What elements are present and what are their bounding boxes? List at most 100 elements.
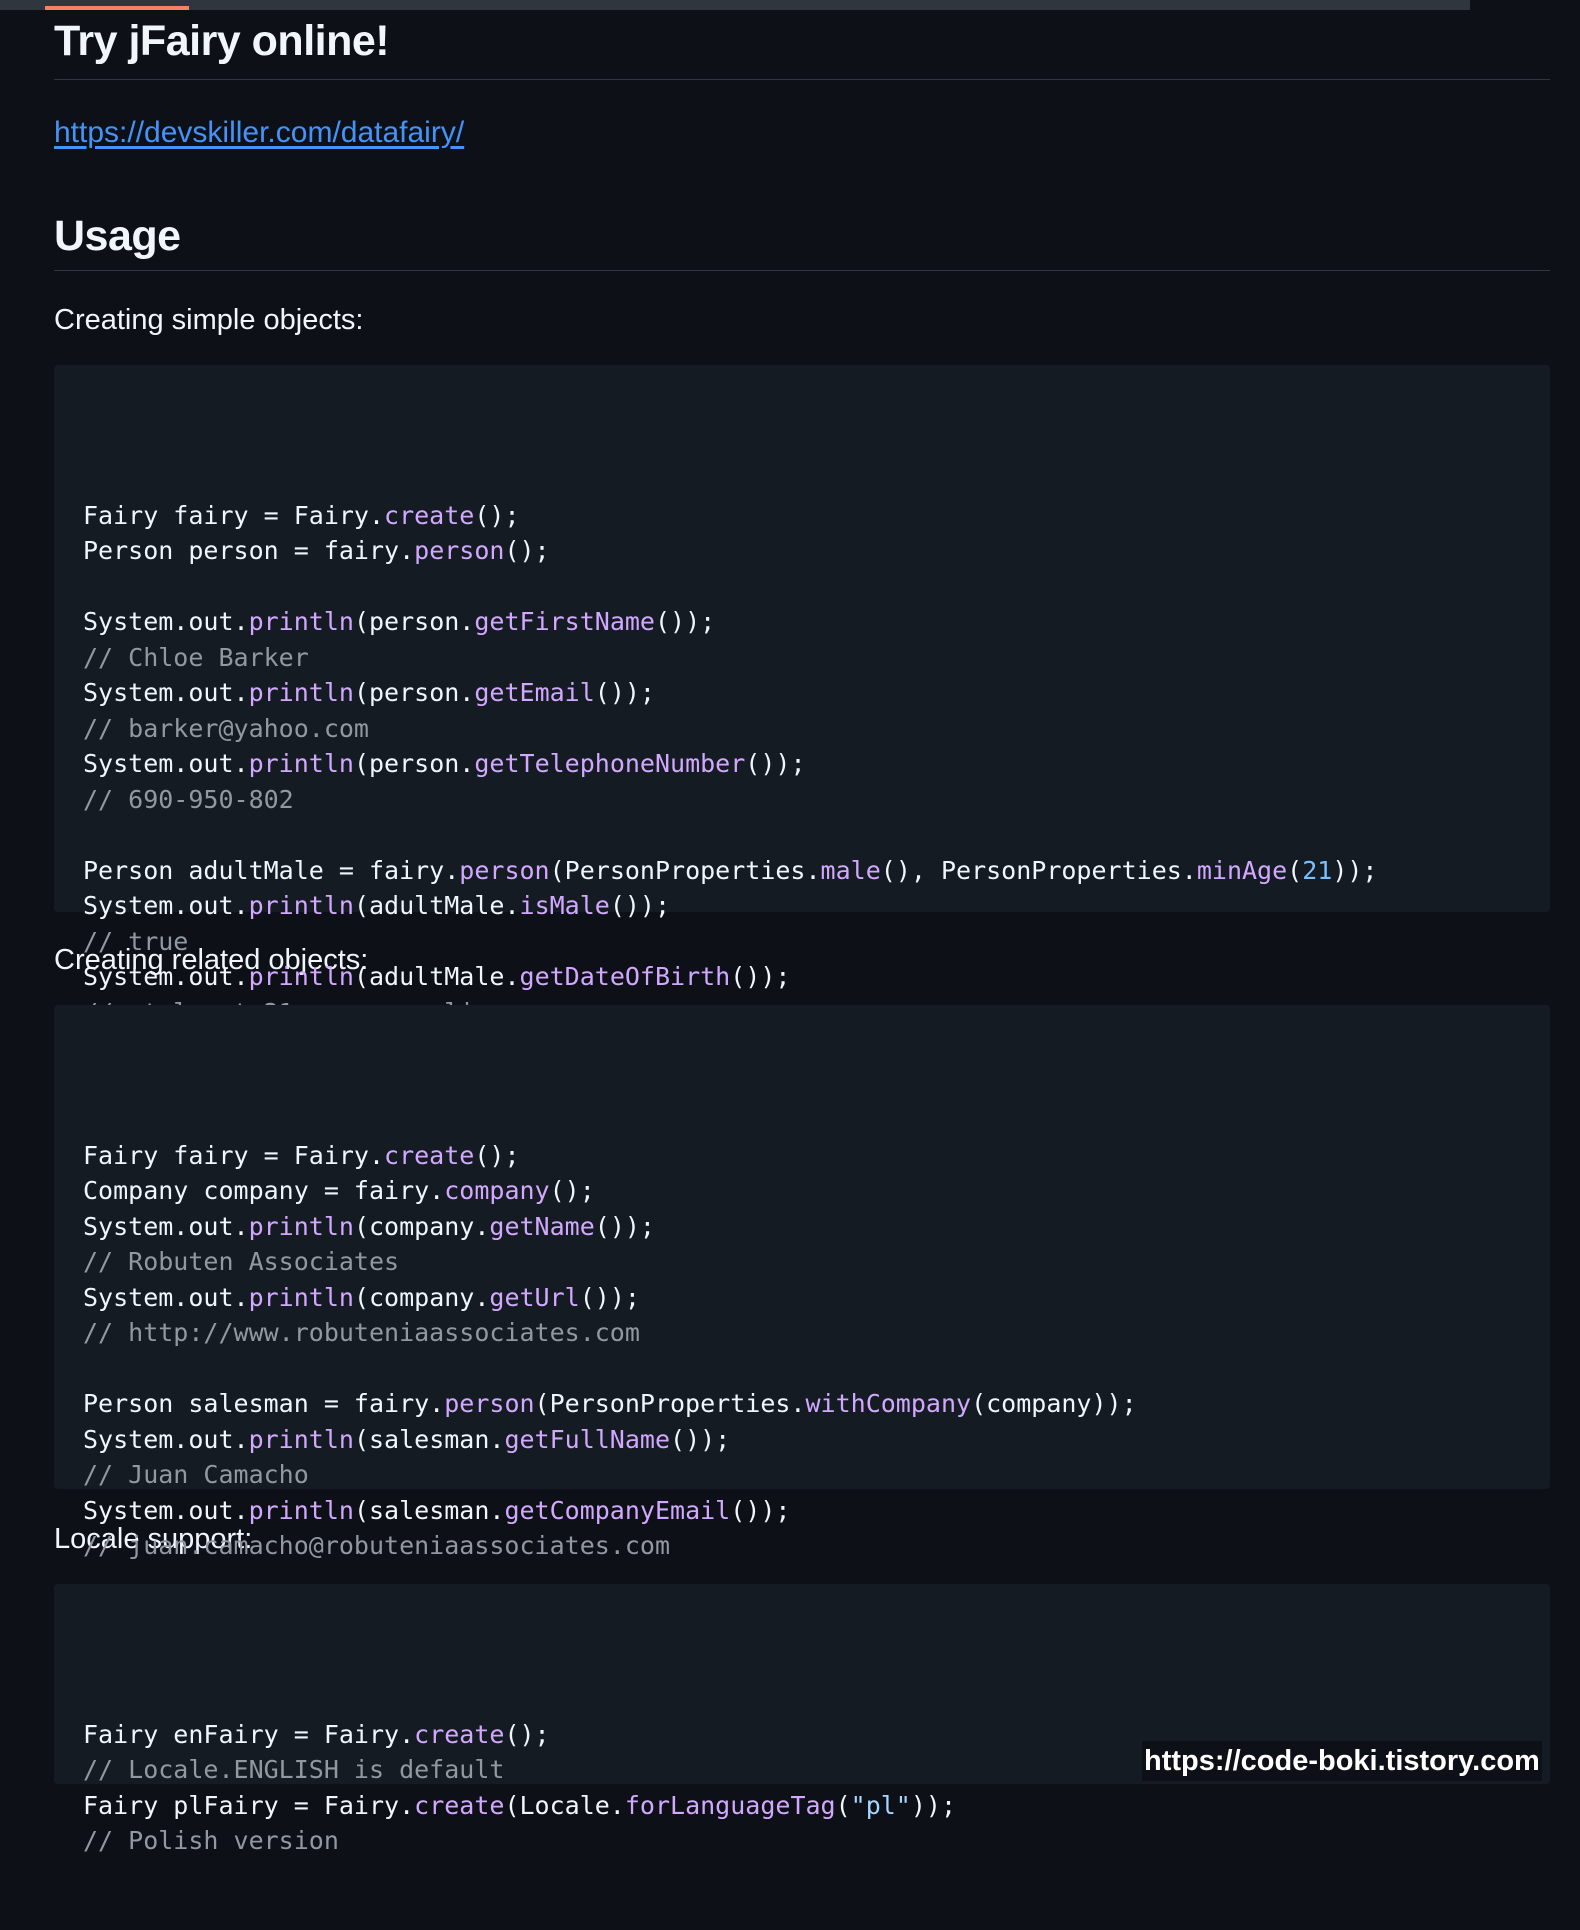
code-line: Person adultMale = fairy.person(PersonPr… [83, 853, 1522, 889]
code-token: ()); [730, 962, 791, 991]
copy-button[interactable] [1490, 391, 1522, 423]
code-line: Person salesman = fairy.person(PersonPro… [83, 1386, 1522, 1422]
code-comment: // http://www.robuteniaassociates.com [83, 1318, 640, 1347]
code-function: minAge [1196, 855, 1288, 885]
code-text: Fairy fairy = Fairy.create(); Person pers… [83, 498, 1522, 1031]
code-function: println [248, 678, 354, 707]
code-function: println [248, 891, 354, 920]
code-function: male [820, 855, 881, 885]
copy-button[interactable] [1490, 1610, 1522, 1642]
code-token: Fairy enFairy = Fairy. [83, 1719, 415, 1749]
code-line: System.out.println(company.getUrl()); [83, 1280, 1522, 1316]
code-token: System.out. [83, 678, 249, 707]
code-token: (PersonProperties. [534, 1389, 806, 1418]
code-function: person [414, 536, 505, 565]
code-function: forLanguageTag [624, 1790, 836, 1820]
code-function: create [414, 1790, 505, 1820]
code-token: System.out. [83, 962, 249, 991]
code-token: Person person = fairy. [83, 536, 415, 565]
code-token: (person. [353, 607, 475, 636]
code-line: Person person = fairy.person(); [83, 533, 1522, 569]
code-token: (company. [353, 1282, 490, 1312]
section-label-simple-objects: Creating simple objects: [54, 304, 364, 336]
code-token: ( [1287, 855, 1303, 885]
code-token: (adultMale. [353, 891, 520, 920]
code-token: ()); [594, 1211, 655, 1241]
code-line: System.out.println(salesman.getFullName(… [83, 1422, 1522, 1458]
code-text: Fairy fairy = Fairy.create(); Company com… [83, 1138, 1522, 1564]
code-token: (adultMale. [353, 962, 520, 991]
code-line: // true [83, 924, 1522, 960]
code-token: System.out. [83, 891, 249, 920]
code-token: ()); [609, 891, 671, 920]
code-line: System.out.println(adultMale.getDateOfBi… [83, 959, 1522, 995]
code-token: (); [504, 536, 550, 565]
code-function: create [414, 1719, 505, 1749]
code-token: ()); [730, 1495, 791, 1525]
code-function: getUrl [489, 1282, 580, 1312]
code-line: // Robuten Associates [83, 1244, 1522, 1280]
link-row: https://devskiller.com/datafairy/ [54, 104, 1550, 162]
code-token: (salesman. [353, 1424, 505, 1454]
code-function: getCompanyEmail [504, 1495, 731, 1525]
code-token: Fairy plFairy = Fairy. [83, 1790, 415, 1820]
watermark: https://code-boki.tistory.com [1142, 1741, 1542, 1781]
code-token: Person adultMale = fairy. [83, 855, 460, 885]
copy-button[interactable] [1490, 1031, 1522, 1063]
code-line: Fairy plFairy = Fairy.create(Locale.forL… [83, 1788, 1522, 1824]
heading-usage: Usage [54, 204, 1550, 271]
code-line: // juan.camacho@robuteniaassociates.com [83, 1528, 1522, 1564]
code-comment: // juan.camacho@robuteniaassociates.com [83, 1531, 670, 1560]
code-function: println [248, 607, 354, 636]
code-token: System.out. [83, 1282, 249, 1312]
code-function: println [248, 1211, 354, 1241]
code-token: ()); [670, 1424, 731, 1454]
readme-content: Try jFairy online! https://devskiller.co… [54, 10, 1550, 1855]
top-border [0, 0, 1470, 10]
code-line: // 690-950-802 [83, 782, 1522, 818]
code-block-related-objects: Fairy fairy = Fairy.create(); Company com… [54, 1005, 1550, 1560]
code-token: (company. [353, 1211, 490, 1241]
code-function: company [444, 1176, 550, 1205]
code-token: (Locale. [504, 1790, 625, 1820]
code-line: System.out.println(person.getEmail()); [83, 675, 1522, 711]
code-function: create [384, 500, 475, 530]
code-comment: // 690-950-802 [83, 784, 294, 814]
code-function: getTelephoneNumber [474, 749, 746, 778]
code-comment: // Juan Camacho [83, 1460, 309, 1489]
code-function: println [248, 1495, 354, 1525]
code-token: (PersonProperties. [549, 855, 821, 885]
code-function: getFullName [504, 1424, 671, 1454]
code-block-simple-objects: Fairy fairy = Fairy.create(); Person pers… [54, 365, 1550, 1027]
code-token: ()); [745, 749, 806, 778]
code-comment: // barker@yahoo.com [83, 713, 369, 743]
code-function: println [248, 962, 354, 991]
code-token: System.out. [83, 749, 249, 778]
code-token: (); [474, 1140, 520, 1170]
code-function: create [384, 1140, 475, 1170]
code-token: )); [910, 1790, 957, 1820]
code-token: (), PersonProperties. [880, 855, 1197, 885]
code-function: println [248, 1424, 354, 1454]
code-line: Fairy fairy = Fairy.create(); [83, 498, 1522, 534]
code-function: getFirstName [474, 607, 655, 636]
code-function: getEmail [474, 678, 595, 707]
code-text: Fairy enFairy = Fairy.create();// Locale… [83, 1717, 1522, 1859]
code-token: System.out. [83, 607, 249, 636]
code-token: System.out. [83, 1211, 249, 1241]
code-token: (person. [353, 749, 475, 778]
code-function: isMale [519, 891, 610, 920]
code-token: 21 [1302, 855, 1333, 885]
heading-try-online: Try jFairy online! [54, 10, 1550, 80]
datafairy-link[interactable]: https://devskiller.com/datafairy/ [54, 116, 464, 149]
code-line: // Polish version [83, 1823, 1522, 1859]
code-line: System.out.println(person.getFirstName()… [83, 604, 1522, 640]
code-line: System.out.println(adultMale.isMale()); [83, 888, 1522, 924]
code-comment: // true [83, 926, 189, 956]
code-line: System.out.println(salesman.getCompanyEm… [83, 1493, 1522, 1529]
code-line: // barker@yahoo.com [83, 711, 1522, 747]
code-token: ()); [654, 607, 716, 636]
code-comment: // Locale.ENGLISH is default [83, 1755, 505, 1784]
code-line: // http://www.robuteniaassociates.com [83, 1315, 1522, 1351]
